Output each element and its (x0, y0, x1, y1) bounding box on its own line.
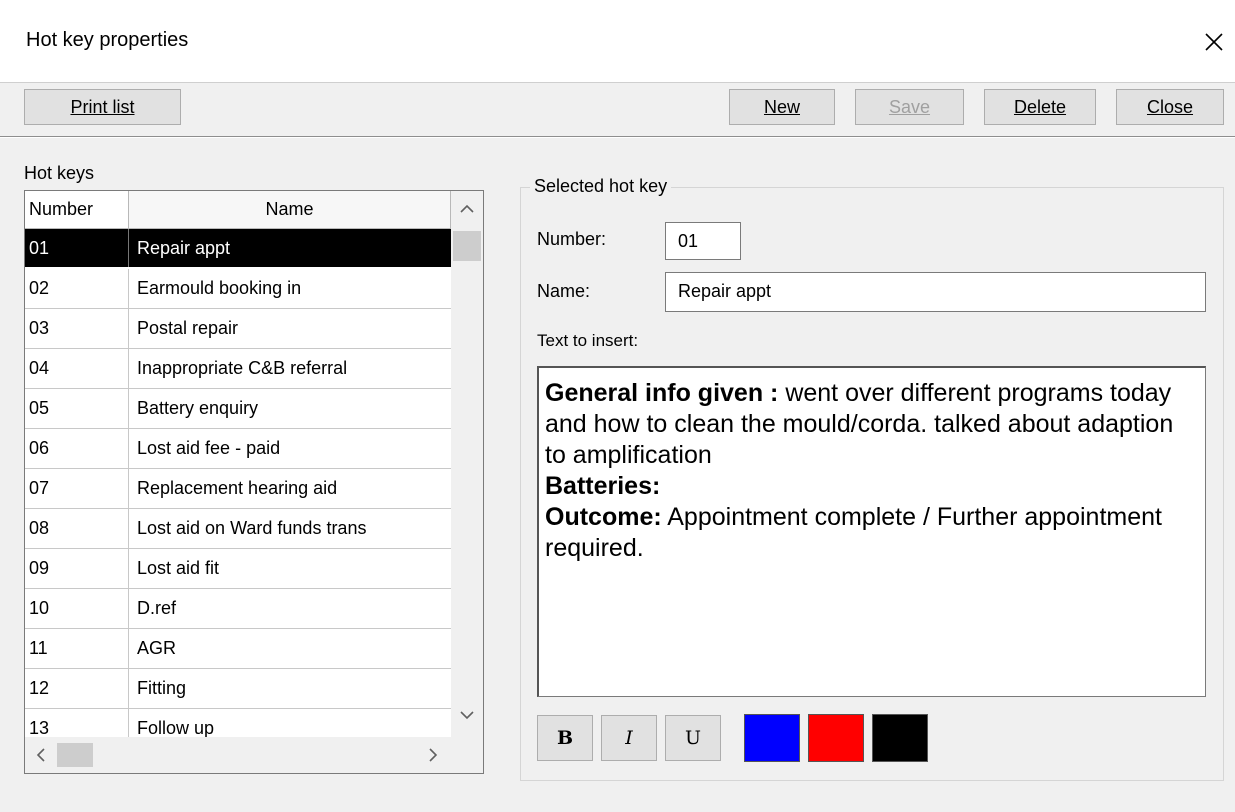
name-column-header[interactable]: Name (129, 191, 451, 229)
window-title: Hot key properties (26, 29, 189, 51)
list-row[interactable]: 08 Lost aid on Ward funds trans (25, 509, 451, 549)
delete-label: Delete (1013, 96, 1067, 117)
row-number: 01 (25, 229, 129, 267)
print-list-button[interactable]: Print list (24, 89, 181, 125)
batteries-label: Batteries: (545, 472, 661, 500)
row-name: Replacement hearing aid (137, 478, 338, 498)
number-field[interactable]: 01 (665, 222, 741, 260)
row-name: Lost aid fit (137, 558, 220, 578)
close-label: Close (1146, 96, 1194, 117)
row-name: AGR (137, 638, 177, 658)
red-color-swatch[interactable] (808, 714, 864, 762)
row-name: Battery enquiry (137, 398, 259, 418)
print-list-label: Print list (70, 96, 135, 117)
row-name: Lost aid on Ward funds trans (137, 518, 367, 538)
outcome-label: Outcome: (545, 503, 662, 531)
row-name: Earmould booking in (137, 278, 302, 298)
row-number: 09 (25, 549, 129, 588)
name-field[interactable]: Repair appt (665, 272, 1206, 312)
horizontal-scrollbar[interactable] (25, 737, 451, 773)
bold-button[interactable]: B (537, 715, 593, 761)
toolbar: Print list New Save Delete Close (0, 82, 1235, 137)
name-label: Name: (537, 281, 591, 301)
delete-button[interactable]: Delete (984, 89, 1096, 125)
list-row[interactable]: 05 Battery enquiry (25, 389, 451, 429)
new-button[interactable]: New (729, 89, 835, 125)
list-row[interactable]: 07 Replacement hearing aid (25, 469, 451, 509)
list-row[interactable]: 11 AGR (25, 629, 451, 669)
row-number: 07 (25, 469, 129, 508)
scroll-down-icon[interactable] (457, 705, 477, 725)
row-name: D.ref (137, 598, 177, 618)
general-info-label: General info given : (545, 379, 779, 407)
horizontal-scroll-thumb[interactable] (57, 743, 93, 767)
row-number: 04 (25, 349, 129, 388)
number-column-header[interactable]: Number (25, 191, 129, 229)
scroll-left-icon[interactable] (31, 745, 51, 765)
list-rows: 01 Repair appt 02 Earmould booking in 03 Post… (25, 229, 451, 749)
title-bar: Hot key properties (0, 0, 1235, 82)
save-button[interactable]: Save (855, 89, 964, 125)
blue-color-swatch[interactable] (744, 714, 800, 762)
text-to-insert-label: Text to insert: (537, 331, 639, 350)
row-name: Postal repair (137, 318, 239, 338)
number-label: Number: (537, 229, 607, 249)
row-name: Lost aid fee - paid (137, 438, 281, 458)
list-row[interactable]: 09 Lost aid fit (25, 549, 451, 589)
save-label: Save (888, 96, 931, 117)
hot-keys-label: Hot keys (24, 163, 95, 183)
row-number: 02 (25, 269, 129, 308)
list-row[interactable]: 02 Earmould booking in (25, 269, 451, 309)
row-number: 11 (25, 629, 129, 668)
list-row[interactable]: 10 D.ref (25, 589, 451, 629)
row-number: 03 (25, 309, 129, 348)
toolbar-separator (0, 136, 1235, 138)
list-row[interactable]: 04 Inappropriate C&B referral (25, 349, 451, 389)
scroll-right-icon[interactable] (423, 745, 443, 765)
close-icon[interactable] (1196, 24, 1232, 60)
close-button[interactable]: Close (1116, 89, 1224, 125)
row-name: Inappropriate C&B referral (137, 358, 348, 378)
row-name: Repair appt (137, 237, 231, 258)
black-color-swatch[interactable] (872, 714, 928, 762)
vertical-scrollbar[interactable] (451, 191, 483, 737)
list-row[interactable]: 12 Fitting (25, 669, 451, 709)
vertical-scroll-thumb[interactable] (453, 231, 481, 261)
underline-button[interactable]: U (665, 715, 721, 761)
list-header: Number Name (25, 191, 451, 229)
text-to-insert-editor[interactable]: General info given : went over different… (537, 366, 1206, 697)
scroll-up-icon[interactable] (457, 199, 477, 219)
row-number: 08 (25, 509, 129, 548)
row-number: 10 (25, 589, 129, 628)
hot-keys-list[interactable]: Number Name 01 Repair appt 02 Earmould book… (24, 190, 484, 774)
italic-button[interactable]: I (601, 715, 657, 761)
selected-hot-key-legend: Selected hot key (530, 176, 672, 197)
list-row[interactable]: 03 Postal repair (25, 309, 451, 349)
list-row[interactable]: 06 Lost aid fee - paid (25, 429, 451, 469)
scroll-corner (451, 737, 483, 773)
row-number: 05 (25, 389, 129, 428)
list-row[interactable]: 01 Repair appt (25, 229, 451, 269)
row-number: 06 (25, 429, 129, 468)
new-label: New (763, 96, 800, 117)
row-number: 12 (25, 669, 129, 708)
row-name: Fitting (137, 678, 187, 698)
